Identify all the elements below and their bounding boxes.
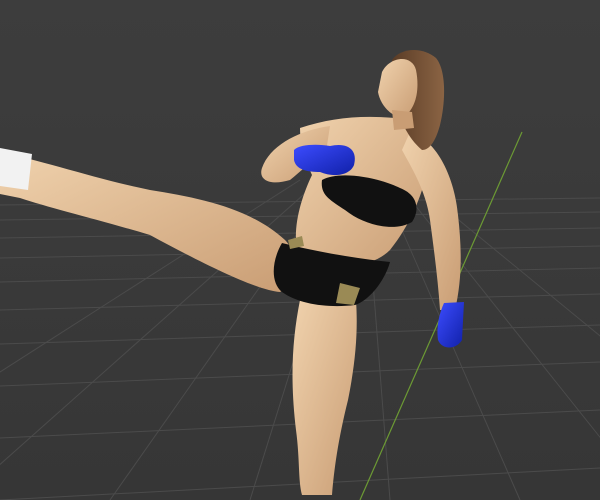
- 3d-viewport[interactable]: [0, 0, 600, 500]
- kicking-leg: [0, 152, 295, 292]
- viewport-scene[interactable]: [0, 0, 600, 500]
- sock: [0, 148, 32, 190]
- neck: [392, 110, 414, 130]
- standing-leg: [292, 300, 357, 495]
- left-glove: [294, 144, 355, 176]
